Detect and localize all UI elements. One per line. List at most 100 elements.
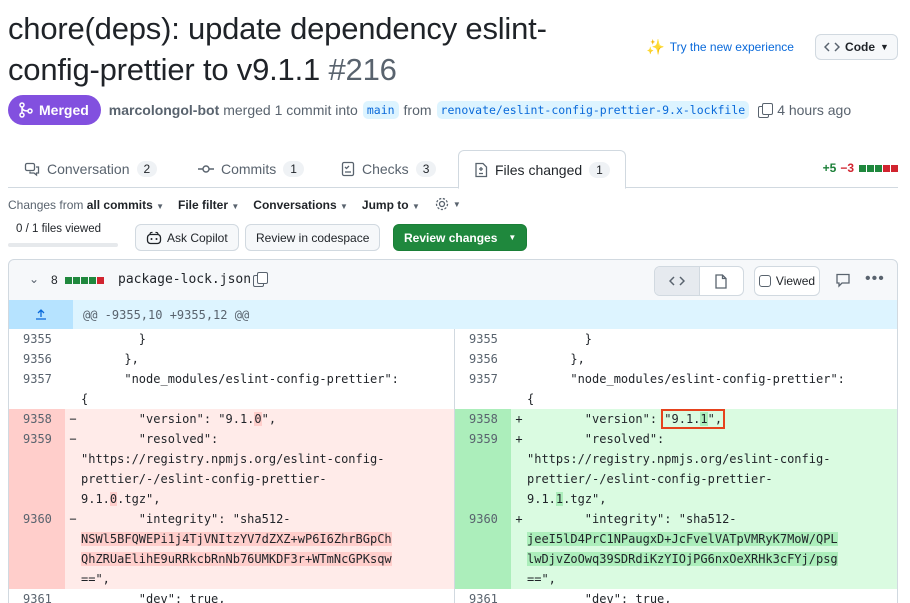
review-changes-button[interactable]: Review changes ▼ <box>393 224 528 251</box>
jump-to-label: Jump to <box>361 198 409 212</box>
diff-marker: + <box>511 509 527 589</box>
line-number[interactable]: 9360 <box>455 509 511 589</box>
code-line: "integrity": "sha512- jeeI5lD4PrC1NPaugx… <box>527 509 897 589</box>
ask-copilot-button[interactable]: Ask Copilot <box>135 224 239 251</box>
comment-icon[interactable] <box>835 272 851 293</box>
code-text: .tgz", <box>117 492 161 506</box>
line-number[interactable]: 9359 <box>9 429 65 509</box>
diffstat-blocks <box>858 164 898 172</box>
caret-down-icon: ▼ <box>452 199 461 209</box>
pr-tabs: Conversation 2 Commits 1 Checks 3 Files … <box>8 150 898 189</box>
line-number[interactable]: 9357 <box>9 369 65 409</box>
line-number[interactable]: 9358 <box>455 409 511 429</box>
file-filter-dropdown[interactable]: File filter ▼ <box>178 198 239 212</box>
diff-marker: + <box>511 409 527 429</box>
line-number[interactable]: 9358 <box>9 409 65 429</box>
split-diff: @@ -9355,10 +9355,12 @@ 9355 } 9356 }, 935… <box>8 300 898 603</box>
diff-marker: − <box>65 509 81 589</box>
line-number[interactable]: 9355 <box>9 329 65 349</box>
copy-branch-icon[interactable] <box>758 103 774 118</box>
line-number[interactable]: 9361 <box>9 589 65 603</box>
line-number[interactable]: 9359 <box>455 429 511 509</box>
file-changes-count: 8 <box>51 273 58 287</box>
diff-marker <box>65 589 81 603</box>
try-new-experience-label: Try the new experience <box>669 40 794 54</box>
code-line: "node_modules/eslint-config-prettier": { <box>527 369 897 409</box>
diff-marker <box>511 589 527 603</box>
diff-row: 9356 }, <box>9 349 454 369</box>
code-line: "resolved": "https://registry.npmjs.org/… <box>527 429 897 509</box>
tab-checks-label: Checks <box>362 161 409 177</box>
files-toolbar: Changes from all commits ▼ File filter ▼… <box>8 196 461 212</box>
tab-commits[interactable]: Commits 1 <box>198 150 304 188</box>
code-text: "version": "9.1. <box>81 412 255 426</box>
caret-down-icon: ▼ <box>411 202 420 211</box>
line-number[interactable]: 9361 <box>455 589 511 603</box>
code-button[interactable]: Code ▼ <box>815 34 898 60</box>
copy-file-path-icon[interactable] <box>253 272 268 287</box>
diff-marker: + <box>511 429 527 509</box>
view-source-button[interactable] <box>655 267 700 295</box>
diff-row: 9357 "node_modules/eslint-config-prettie… <box>9 369 454 409</box>
line-number[interactable]: 9360 <box>9 509 65 589</box>
viewed-label: Viewed <box>775 274 816 288</box>
tab-checks[interactable]: Checks 3 <box>341 150 437 188</box>
tab-conversation-label: Conversation <box>47 161 130 177</box>
try-new-experience-link[interactable]: ✨ Try the new experience <box>646 38 794 56</box>
caret-down-icon: ▼ <box>156 202 165 211</box>
review-in-codespace-button[interactable]: Review in codespace <box>245 224 381 251</box>
line-number[interactable]: 9356 <box>455 349 511 369</box>
file-diffstat-blocks <box>64 276 104 284</box>
tab-conversation[interactable]: Conversation 2 <box>24 150 158 188</box>
code-text: }, <box>527 352 585 366</box>
caret-down-icon: ▼ <box>231 202 240 211</box>
tab-conversation-count: 2 <box>136 161 158 177</box>
diff-marker <box>65 329 81 349</box>
viewed-checkbox[interactable]: Viewed <box>754 266 820 296</box>
files-viewed-bar <box>8 243 118 247</box>
changes-from-dropdown[interactable]: Changes from all commits ▼ <box>8 198 164 212</box>
tab-files-changed-count: 1 <box>589 161 610 178</box>
code-button-label: Code <box>845 40 876 54</box>
code-line: "version": "9.1.1", <box>527 409 897 429</box>
author-link[interactable]: marcolongol-bot <box>109 102 219 118</box>
expand-up-icon[interactable] <box>9 300 73 329</box>
changed-text: NSWl5BFQWEPi1j4TjVNItzYV7dZXZ+wP6I6ZhrBG… <box>81 532 392 566</box>
head-branch[interactable]: renovate/eslint-config-prettier-9.x-lock… <box>436 101 750 119</box>
merged-status-badge: Merged <box>8 95 101 125</box>
code-line: "node_modules/eslint-config-prettier": { <box>81 369 454 409</box>
code-line: "version": "9.1.0", <box>81 409 454 429</box>
line-number[interactable]: 9356 <box>9 349 65 369</box>
tab-commits-count: 1 <box>283 161 304 177</box>
diff-marker <box>65 369 81 409</box>
file-name[interactable]: package-lock.json <box>118 272 251 287</box>
base-branch[interactable]: main <box>362 101 399 119</box>
settings-dropdown[interactable]: ▼ <box>434 196 461 212</box>
code-text: ==", <box>527 572 556 586</box>
chevron-down-icon[interactable]: ⌄ <box>29 272 39 286</box>
checklist-icon <box>341 161 355 177</box>
changes-from-prefix: Changes from <box>8 198 84 212</box>
conversations-dropdown[interactable]: Conversations ▼ <box>253 198 348 212</box>
line-number[interactable]: 9355 <box>455 329 511 349</box>
diff-left-side: 9355 } 9356 }, 9357 "node_modules/eslint-c… <box>9 329 454 603</box>
changed-text: jeeI5lD4PrC1NPaugxD+JcFvelVATpVMRyK7MoW/… <box>527 532 838 566</box>
file-filter-label: File filter <box>178 198 229 212</box>
from-text: from <box>403 102 432 118</box>
view-rich-button[interactable] <box>700 267 744 295</box>
pr-meta: Merged marcolongol-bot merged 1 commit i… <box>8 95 851 125</box>
code-text: "version": <box>527 412 665 426</box>
tab-checks-count: 3 <box>415 161 437 177</box>
hunk-header: @@ -9355,10 +9355,12 @@ <box>9 300 897 329</box>
line-number[interactable]: 9357 <box>455 369 511 409</box>
diff-marker <box>511 329 527 349</box>
copilot-icon <box>146 231 162 244</box>
diff-row: 9358 + "version": "9.1.1", <box>455 409 897 429</box>
conversations-label: Conversations <box>253 198 337 212</box>
code-text: ", <box>261 412 277 426</box>
jump-to-dropdown[interactable]: Jump to ▼ <box>362 198 420 212</box>
ask-copilot-label: Ask Copilot <box>167 230 228 245</box>
caret-down-icon: ▼ <box>880 42 889 52</box>
tab-files-changed[interactable]: Files changed 1 <box>458 150 626 189</box>
kebab-horizontal-icon[interactable]: ••• <box>865 270 885 288</box>
